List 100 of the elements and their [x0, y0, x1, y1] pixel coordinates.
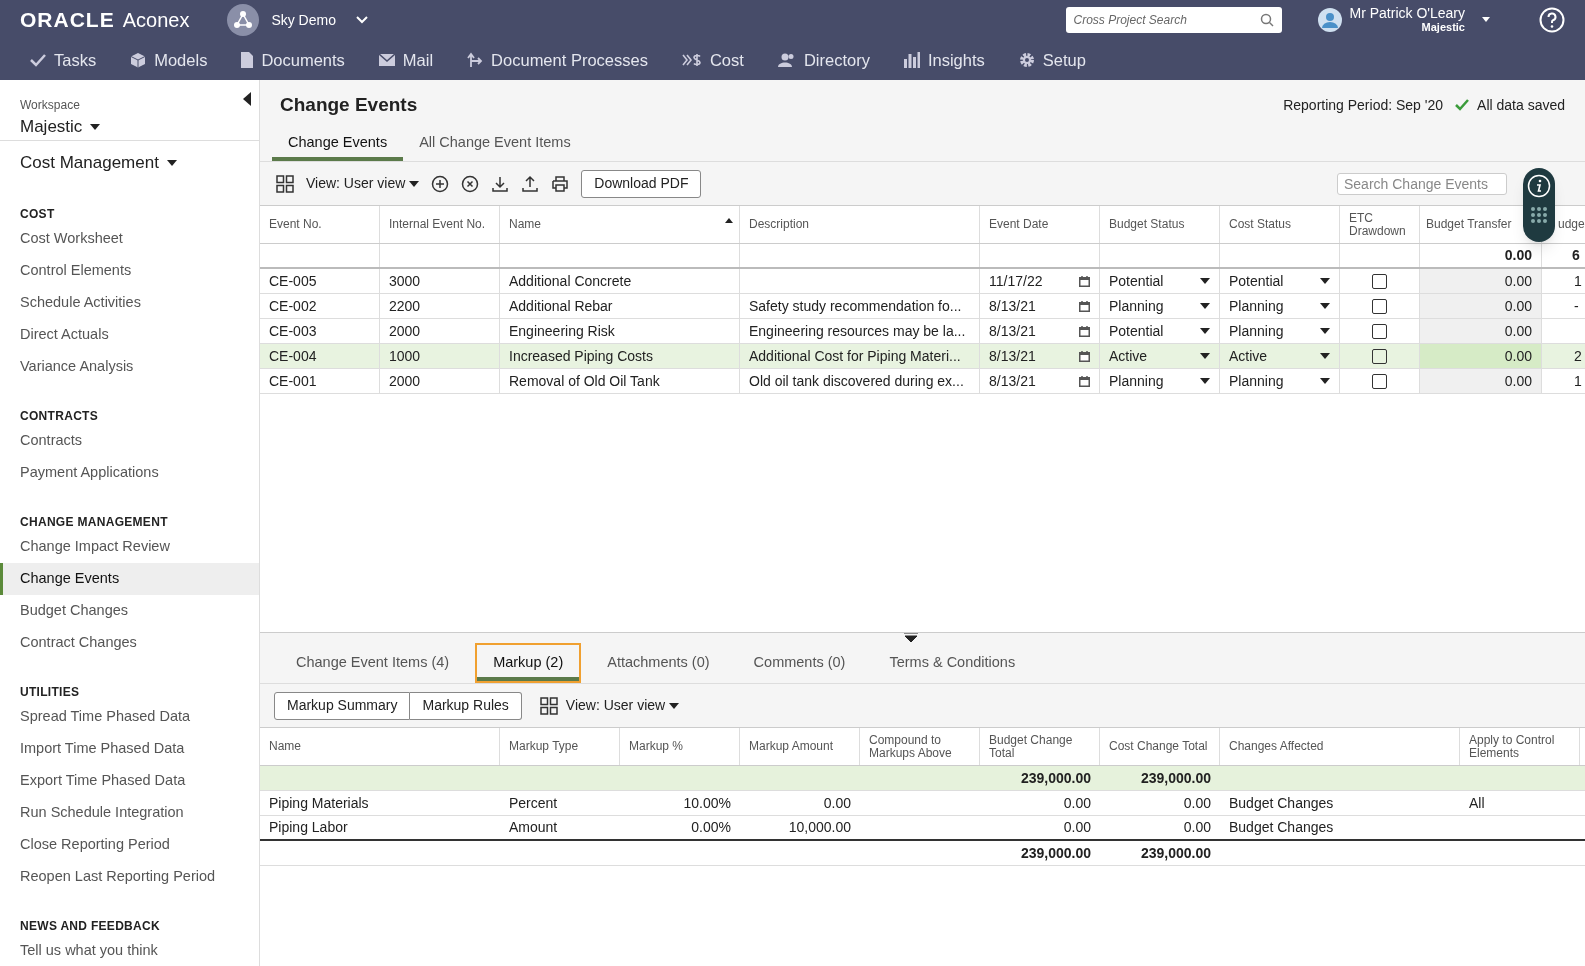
- status-dropdown[interactable]: Planning: [1100, 369, 1219, 393]
- view-selector[interactable]: View: User view: [306, 173, 420, 194]
- download-icon[interactable]: [491, 174, 510, 193]
- column-header[interactable]: Event No.: [269, 218, 322, 231]
- view-selector[interactable]: View: User view: [565, 695, 680, 716]
- tab[interactable]: Change Event Items (4): [278, 643, 468, 683]
- tab[interactable]: Comments (0): [735, 643, 864, 683]
- segment-button[interactable]: Markup Summary: [274, 691, 411, 720]
- caret-icon[interactable]: [1481, 17, 1491, 23]
- status-dropdown[interactable]: Potential: [1100, 319, 1219, 343]
- calendar-icon[interactable]: [1079, 300, 1090, 312]
- status-dropdown[interactable]: Planning: [1220, 294, 1339, 318]
- grid-view-icon[interactable]: [539, 696, 558, 715]
- status-dropdown[interactable]: Active: [1100, 344, 1219, 368]
- sidebar-item[interactable]: Change Events: [0, 562, 259, 595]
- sidebar-item[interactable]: Variance Analysis: [0, 350, 259, 383]
- sidebar-item[interactable]: Contracts: [0, 424, 259, 457]
- sidebar-item[interactable]: Control Elements: [0, 254, 259, 287]
- remove-icon[interactable]: [461, 174, 480, 193]
- sidebar-item[interactable]: Budget Changes: [0, 594, 259, 627]
- sidebar-item[interactable]: Tell us what you think: [0, 934, 259, 966]
- sidebar-item[interactable]: Change Impact Review: [0, 530, 259, 563]
- search-change-events-field[interactable]: Search Change Events: [1337, 172, 1507, 195]
- column-header[interactable]: ETC Drawdown: [1349, 211, 1410, 238]
- nav-link[interactable]: Cost: [681, 47, 744, 73]
- tab[interactable]: Attachments (0): [589, 643, 728, 683]
- sidebar-item[interactable]: Import Time Phased Data: [0, 732, 259, 765]
- user-name[interactable]: Mr Patrick O'Leary: [1349, 6, 1465, 20]
- nav-link[interactable]: Documents: [241, 47, 345, 73]
- add-icon[interactable]: [431, 174, 450, 193]
- column-header[interactable]: Apply to Control Elements: [1469, 733, 1570, 760]
- sidebar-item[interactable]: Close Reporting Period: [0, 828, 259, 861]
- info-icon[interactable]: [1527, 174, 1551, 198]
- tab[interactable]: All Change Event Items: [403, 129, 587, 161]
- sidebar-item[interactable]: Export Time Phased Data: [0, 764, 259, 797]
- checkbox[interactable]: [1372, 373, 1387, 389]
- tab[interactable]: Change Events: [272, 129, 404, 161]
- checkbox[interactable]: [1372, 298, 1387, 314]
- status-dropdown[interactable]: Potential: [1220, 269, 1339, 293]
- table-row[interactable]: CE-004 1000 Increased Piping Costs Additional Cost for Piping Materi... 8/13/21 Active Active 0.00 2: [260, 344, 1585, 369]
- checkbox[interactable]: [1372, 273, 1387, 289]
- nav-link[interactable]: Setup: [1018, 47, 1086, 73]
- table-row[interactable]: CE-001 2000 Removal of Old Oil Tank Old oil tank discovered during ex... 8/13/21 Planning Planning 0.00 1: [260, 369, 1585, 394]
- sort-ascending-icon[interactable]: [725, 218, 733, 223]
- floating-help-widget[interactable]: [1523, 168, 1555, 242]
- sidebar-item[interactable]: Cost Worksheet: [0, 222, 259, 255]
- status-dropdown[interactable]: Active: [1220, 344, 1339, 368]
- sidebar-item[interactable]: Spread Time Phased Data: [0, 700, 259, 733]
- sidebar-item[interactable]: Reopen Last Reporting Period: [0, 860, 259, 893]
- cross-project-search-field[interactable]: Cross Project Search: [1065, 7, 1282, 33]
- calendar-icon[interactable]: [1079, 350, 1090, 362]
- nav-link[interactable]: Insights: [903, 47, 985, 73]
- column-header[interactable]: Budget Status: [1109, 218, 1185, 231]
- sidebar-item[interactable]: Direct Actuals: [0, 318, 259, 351]
- status-dropdown[interactable]: Potential: [1100, 269, 1219, 293]
- upload-icon[interactable]: [521, 174, 540, 193]
- column-header[interactable]: Internal Event No.: [389, 218, 486, 231]
- calendar-icon[interactable]: [1079, 275, 1090, 287]
- column-header[interactable]: Changes Affected: [1229, 740, 1324, 753]
- column-header[interactable]: Markup %: [629, 740, 684, 753]
- nav-link[interactable]: Models: [130, 47, 208, 73]
- calendar-icon[interactable]: [1079, 325, 1090, 337]
- column-header[interactable]: Name: [269, 740, 301, 753]
- workspace-selector[interactable]: Majestic: [20, 114, 101, 140]
- help-icon[interactable]: [1539, 7, 1565, 33]
- column-header[interactable]: Name: [509, 218, 541, 231]
- nav-link[interactable]: Directory: [777, 47, 870, 73]
- column-header[interactable]: Budget Transfer: [1426, 218, 1512, 231]
- status-dropdown[interactable]: Planning: [1220, 369, 1339, 393]
- column-header[interactable]: Event Date: [989, 218, 1049, 231]
- checkbox[interactable]: [1372, 323, 1387, 339]
- download-pdf-button[interactable]: Download PDF: [581, 169, 702, 198]
- module-selector[interactable]: Cost Management: [0, 150, 259, 175]
- column-header[interactable]: Cost Status: [1229, 218, 1292, 231]
- project-selector[interactable]: Sky Demo: [271, 9, 368, 31]
- table-row[interactable]: CE-005 3000 Additional Concrete 11/17/22 Potential Potential 0.00 1: [260, 269, 1585, 294]
- nav-link[interactable]: Mail: [378, 47, 434, 73]
- column-header[interactable]: Cost Change Total: [1109, 740, 1208, 753]
- table-row[interactable]: CE-003 2000 Engineering Risk Engineering resources may be la... 8/13/21 Potential Planning 0.00: [260, 319, 1585, 344]
- sidebar-item[interactable]: Payment Applications: [0, 456, 259, 489]
- segment-button[interactable]: Markup Rules: [410, 691, 522, 720]
- sidebar-item[interactable]: Run Schedule Integration: [0, 796, 259, 829]
- collapse-sidebar-icon[interactable]: [243, 92, 251, 106]
- status-dropdown[interactable]: Planning: [1100, 294, 1219, 318]
- tab[interactable]: Terms & Conditions: [871, 643, 1034, 683]
- checkbox[interactable]: [1372, 348, 1387, 364]
- grip-dots-icon[interactable]: [1530, 206, 1548, 224]
- sidebar-item[interactable]: Schedule Activities: [0, 286, 259, 319]
- status-dropdown[interactable]: Planning: [1220, 319, 1339, 343]
- tab[interactable]: Markup (2): [475, 643, 582, 683]
- table-row[interactable]: CE-002 2200 Additional Rebar Safety study recommendation fo... 8/13/21 Planning Planning 0.00 -: [260, 294, 1585, 319]
- column-header[interactable]: Markup Type: [509, 740, 579, 753]
- column-header[interactable]: Compound to Markups Above: [869, 733, 970, 760]
- nav-link[interactable]: Tasks: [30, 47, 97, 73]
- calendar-icon[interactable]: [1079, 375, 1090, 387]
- column-header[interactable]: Description: [749, 218, 810, 231]
- sidebar-item[interactable]: Contract Changes: [0, 626, 259, 659]
- nav-link[interactable]: Document Processes: [467, 47, 648, 73]
- user-avatar-icon[interactable]: [1317, 8, 1342, 32]
- column-header[interactable]: Markup Amount: [749, 740, 834, 753]
